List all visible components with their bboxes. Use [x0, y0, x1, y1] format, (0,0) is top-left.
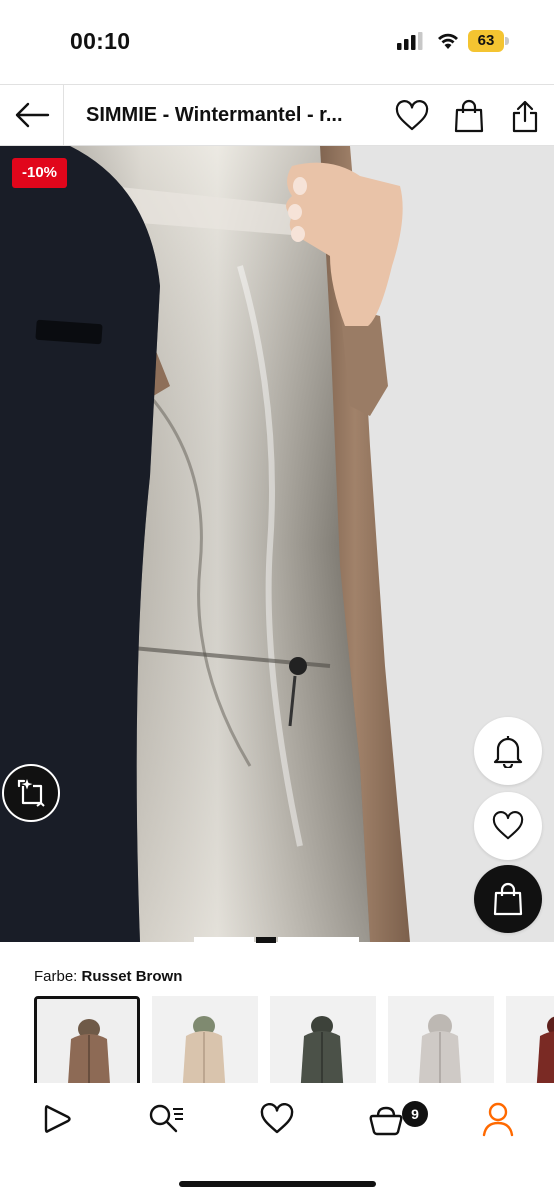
- heart-icon: [260, 1103, 294, 1134]
- swatch-dark-green[interactable]: [270, 996, 376, 1084]
- product-photo: [0, 146, 554, 942]
- play-icon: [44, 1105, 71, 1133]
- arrow-left-icon: [15, 102, 49, 128]
- nav-search[interactable]: [142, 1099, 190, 1139]
- product-header: SIMMIE - Wintermantel - r...: [0, 84, 554, 146]
- add-to-bag-button[interactable]: [474, 865, 542, 933]
- color-swatches: [34, 996, 554, 1084]
- swatch-image: [270, 996, 376, 1084]
- color-value: Russet Brown: [81, 968, 183, 985]
- swatch-image: [152, 996, 258, 1084]
- wifi-icon: [438, 33, 458, 49]
- pagination-dot: [278, 937, 359, 943]
- swatch-light-grey[interactable]: [388, 996, 494, 1084]
- status-time: 00:10: [70, 28, 131, 54]
- swatch-image: [506, 996, 554, 1084]
- back-button[interactable]: [0, 85, 64, 145]
- search-list-icon: [149, 1104, 183, 1133]
- share-icon: [512, 100, 538, 133]
- share-button[interactable]: [506, 97, 544, 135]
- nav-account[interactable]: [474, 1099, 522, 1139]
- nav-wishlist[interactable]: [253, 1099, 301, 1139]
- notify-button[interactable]: [474, 717, 542, 785]
- swatch-russet-brown[interactable]: [34, 996, 140, 1084]
- shopping-bag-icon: [369, 1106, 403, 1136]
- shopping-bag-icon: [493, 882, 523, 916]
- crop-icon: [17, 779, 45, 807]
- battery-icon: 63: [468, 30, 510, 52]
- swatch-image: [388, 996, 494, 1084]
- pagination-dot: [194, 937, 254, 943]
- battery-cap: [505, 37, 509, 45]
- nav-home[interactable]: [32, 1099, 80, 1139]
- page-title: SIMMIE - Wintermantel - r...: [86, 104, 343, 126]
- swatch-image: [37, 999, 137, 1084]
- shopping-bag-icon: [454, 99, 484, 133]
- visual-search-button[interactable]: [2, 764, 60, 822]
- heart-icon: [395, 100, 429, 131]
- status-bar: 00:10 63: [0, 0, 554, 84]
- swatch-red-brown[interactable]: [506, 996, 554, 1084]
- product-image[interactable]: [0, 146, 554, 942]
- wishlist-float-button[interactable]: [474, 792, 542, 860]
- discount-badge: -10%: [12, 158, 68, 188]
- heart-icon: [492, 811, 524, 840]
- pagination-dot-active: [256, 937, 276, 943]
- user-icon: [482, 1102, 514, 1137]
- cell-signal-icon: [397, 32, 423, 50]
- home-indicator: [179, 1181, 376, 1187]
- battery-level: 63: [477, 32, 495, 49]
- image-pagination: [194, 937, 359, 943]
- bell-icon: [493, 736, 523, 768]
- color-label-prefix: Farbe:: [34, 968, 78, 985]
- bag-button[interactable]: [450, 97, 488, 135]
- wishlist-button[interactable]: [393, 97, 431, 135]
- color-label: Farbe: Russet Brown: [34, 968, 182, 985]
- swatch-beige[interactable]: [152, 996, 258, 1084]
- cart-count-badge: 9: [402, 1101, 428, 1127]
